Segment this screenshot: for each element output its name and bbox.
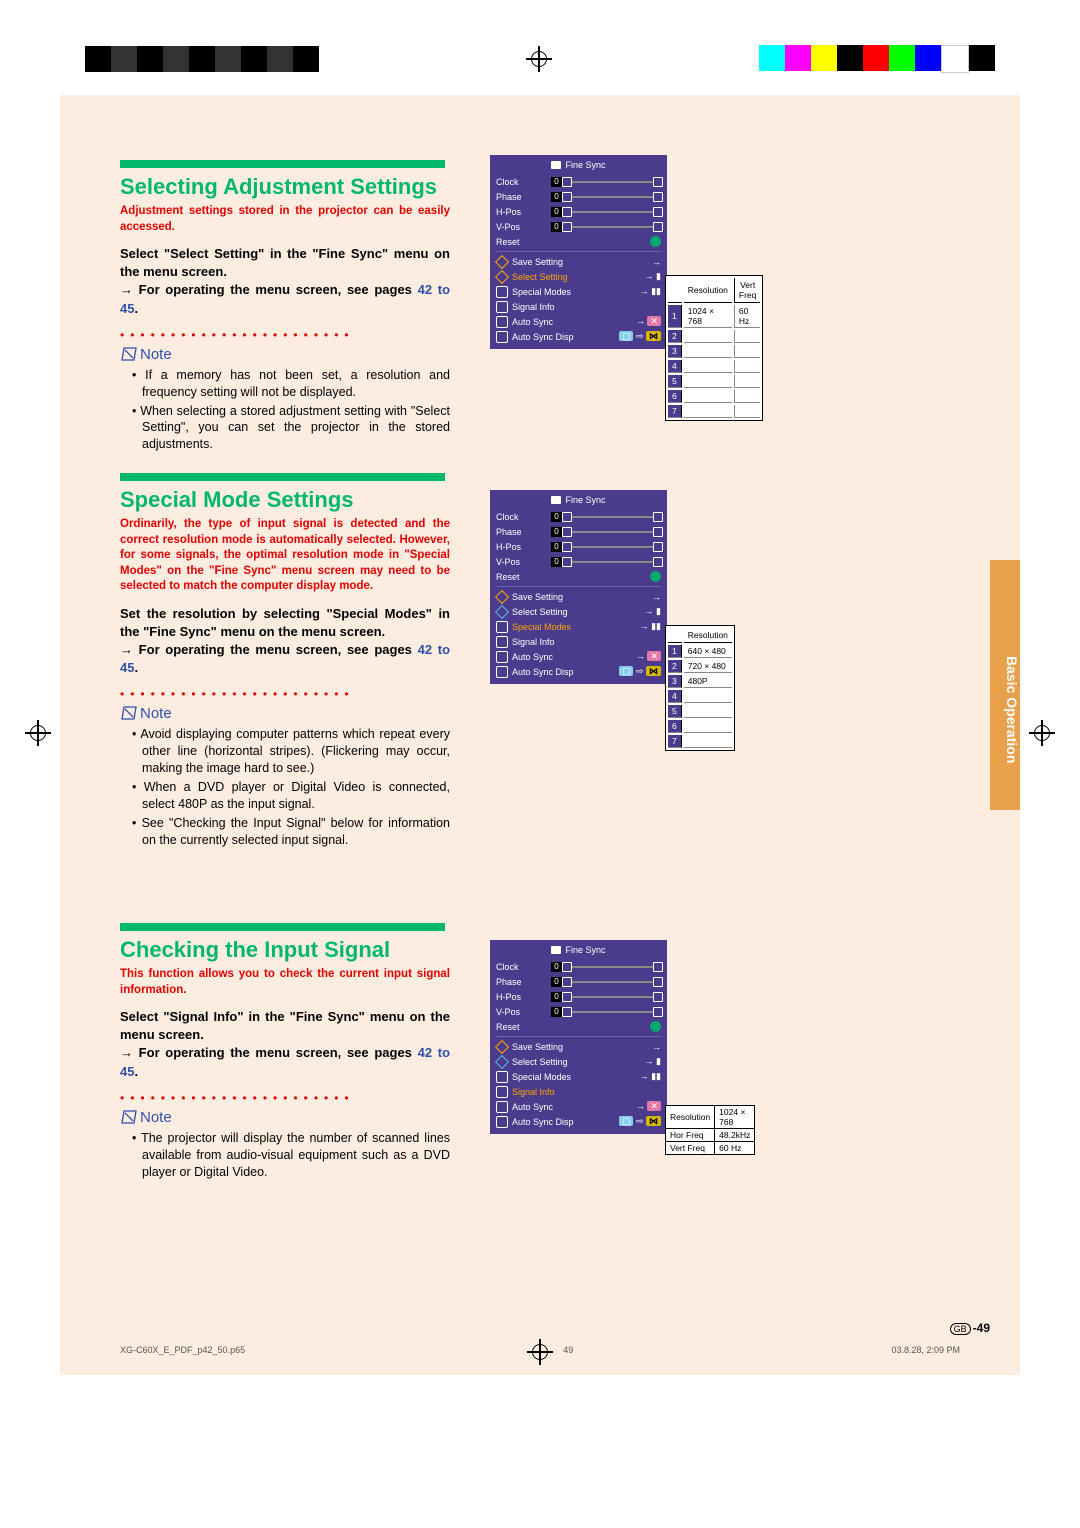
- section-body: Select "Signal Info" in the "Fine Sync" …: [120, 1008, 450, 1081]
- note-icon: [120, 705, 138, 721]
- body-text: → For operating the menu screen, see pag…: [120, 642, 418, 657]
- body-text: Select "Signal Info" in the "Fine Sync" …: [120, 1009, 450, 1042]
- resolution-table: Resolution 1640 × 480 2720 × 480 3480P 4…: [665, 625, 735, 751]
- section-special-mode: Special Mode Settings Ordinarily, the ty…: [120, 473, 450, 850]
- body-text: Select "Select Setting" in the "Fine Syn…: [120, 246, 450, 279]
- note-heading: Note: [120, 705, 450, 722]
- footer-page: 49: [563, 1345, 573, 1355]
- fine-sync-menu: Fine SyncClock0Phase0H-Pos0V-Pos0Reset S…: [490, 155, 667, 349]
- note-body: • Avoid displaying computer patterns whi…: [120, 726, 450, 848]
- crosshair-icon: [526, 46, 552, 72]
- section-heading: Special Mode Settings: [120, 487, 450, 513]
- section-tab: Basic Operation: [990, 560, 1020, 810]
- figure-1: Fine SyncClock0Phase0H-Pos0V-Pos0Reset S…: [490, 155, 667, 349]
- note-body: • The projector will display the number …: [120, 1130, 450, 1181]
- note-icon: [120, 1109, 138, 1125]
- note-heading: Note: [120, 346, 450, 363]
- body-text: Set the resolution by selecting "Special…: [120, 606, 450, 639]
- fine-sync-menu: Fine SyncClock0Phase0H-Pos0V-Pos0Reset S…: [490, 940, 667, 1134]
- divider-dots: •••••••••••••••••••••••: [120, 1091, 450, 1105]
- resolution-table: ResolutionVert Freq 11024 × 76860 Hz 2 3…: [665, 275, 763, 421]
- note-body: • If a memory has not been set, a resolu…: [120, 367, 450, 453]
- signal-info-table: Resolution1024 × 768 Hor Freq48.2kHz Ver…: [665, 1105, 755, 1155]
- figure-2: Fine SyncClock0Phase0H-Pos0V-Pos0Reset S…: [490, 490, 667, 684]
- body-text: → For operating the menu screen, see pag…: [120, 1045, 418, 1060]
- section-heading: Checking the Input Signal: [120, 937, 450, 963]
- heading-bar: [120, 160, 445, 168]
- divider-dots: •••••••••••••••••••••••: [120, 687, 450, 701]
- crosshair-icon: [527, 1339, 553, 1365]
- page-number: GB-49: [950, 1321, 990, 1335]
- note-heading: Note: [120, 1109, 450, 1126]
- section-heading: Selecting Adjustment Settings: [120, 174, 450, 200]
- divider-dots: •••••••••••••••••••••••: [120, 328, 450, 342]
- section-body: Select "Select Setting" in the "Fine Syn…: [120, 245, 450, 318]
- section-intro: Ordinarily, the type of input signal is …: [120, 517, 450, 595]
- figure-3: Fine SyncClock0Phase0H-Pos0V-Pos0Reset S…: [490, 940, 667, 1134]
- section-selecting-adjustment: Selecting Adjustment Settings Adjustment…: [120, 160, 450, 455]
- section-intro: This function allows you to check the cu…: [120, 967, 450, 998]
- crosshair-icon: [25, 720, 51, 746]
- heading-bar: [120, 923, 445, 931]
- footer-file: XG-C60X_E_PDF_p42_50.p65: [120, 1345, 245, 1355]
- crosshair-icon: [1029, 720, 1055, 746]
- heading-bar: [120, 473, 445, 481]
- footer-datetime: 03.8.28, 2:09 PM: [891, 1345, 960, 1355]
- section-body: Set the resolution by selecting "Special…: [120, 605, 450, 678]
- registration-marks-top: [85, 45, 995, 73]
- note-icon: [120, 346, 138, 362]
- section-checking-input: Checking the Input Signal This function …: [120, 923, 450, 1182]
- body-text: → For operating the menu screen, see pag…: [120, 282, 418, 297]
- fine-sync-menu: Fine SyncClock0Phase0H-Pos0V-Pos0Reset S…: [490, 490, 667, 684]
- section-intro: Adjustment settings stored in the projec…: [120, 204, 450, 235]
- manual-page: Selecting Adjustment Settings Adjustment…: [60, 95, 1020, 1375]
